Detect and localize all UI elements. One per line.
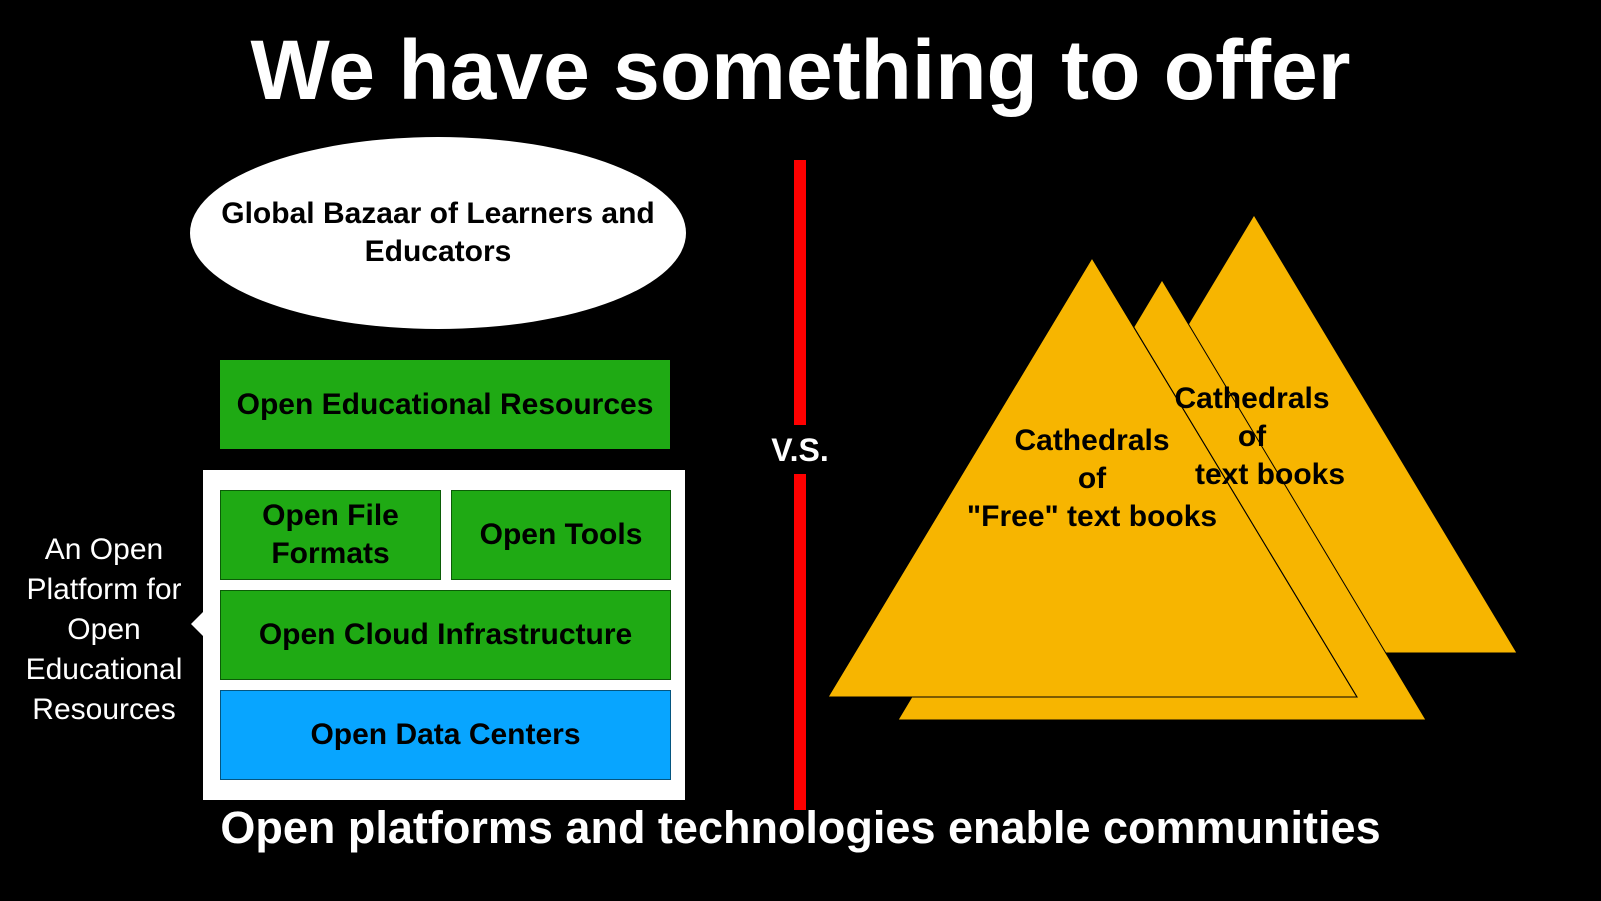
front-cathedrals-line2: of [1078, 462, 1107, 495]
back-cathedrals-line3: text books [1195, 458, 1345, 491]
back-cathedrals-line1: Cathedrals [1174, 382, 1329, 415]
front-cathedrals-line3: "Free" text books [967, 500, 1217, 533]
cathedrals-triangles: Cathedrals of text books Cathedrals of "… [827, 214, 1518, 721]
page-subtitle: Open platforms and technologies enable c… [220, 802, 1381, 853]
back-cathedrals-line2: of [1238, 420, 1267, 453]
front-cathedrals-line1: Cathedrals [1014, 424, 1169, 457]
